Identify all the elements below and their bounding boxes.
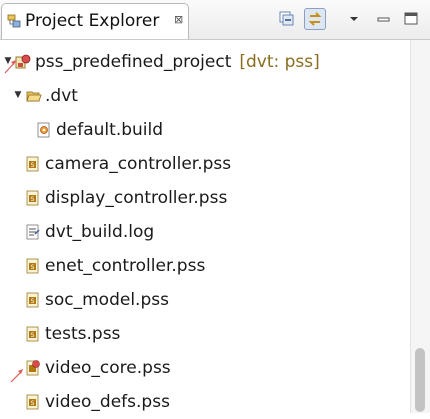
tree-item-tests[interactable]: S tests.pss bbox=[0, 317, 410, 351]
svg-text:S: S bbox=[31, 400, 35, 407]
project-name: pss_predefined_project bbox=[35, 52, 232, 72]
expand-arrow-icon[interactable]: ▼ bbox=[13, 90, 23, 100]
project-explorer-icon bbox=[7, 14, 21, 28]
tree-item-video-defs[interactable]: S video_defs.pss bbox=[0, 385, 410, 419]
close-view-icon[interactable]: ⊠ bbox=[174, 14, 183, 25]
tree-item-soc-model[interactable]: S soc_model.pss bbox=[0, 283, 410, 317]
annotation-arrow-video-core bbox=[10, 369, 23, 383]
view-menu-icon bbox=[350, 17, 358, 21]
svg-text:S: S bbox=[31, 196, 35, 203]
pss-file-icon: S bbox=[26, 326, 39, 342]
tree-item-label: display_controller.pss bbox=[45, 188, 228, 208]
tree-item-label: video_core.pss bbox=[45, 358, 171, 378]
view-menu-button[interactable] bbox=[343, 8, 365, 30]
tree-item-label: default.build bbox=[56, 120, 164, 140]
tree-item-project[interactable]: ▼ pss_predefined_project [dvt: pss] bbox=[0, 45, 410, 79]
tree-item-label: tests.pss bbox=[45, 324, 121, 344]
pss-file-icon: S bbox=[26, 258, 39, 274]
svg-text:S: S bbox=[31, 298, 35, 305]
tree-item-label: soc_model.pss bbox=[45, 290, 169, 310]
svg-text:S: S bbox=[31, 264, 35, 271]
minimize-button[interactable] bbox=[372, 8, 394, 30]
scrollbar-thumb[interactable] bbox=[415, 348, 425, 412]
svg-text:S: S bbox=[31, 332, 35, 339]
maximize-icon bbox=[404, 12, 418, 25]
tree-item-display-controller[interactable]: S display_controller.pss bbox=[0, 181, 410, 215]
folder-open-icon bbox=[26, 91, 42, 102]
collapse-all-icon bbox=[279, 11, 294, 26]
pss-file-icon: S bbox=[26, 156, 39, 172]
tree-item-label: video_defs.pss bbox=[45, 392, 170, 412]
minimize-icon bbox=[377, 17, 390, 22]
tree-item-label: .dvt bbox=[45, 86, 78, 106]
tree-item-label: enet_controller.pss bbox=[45, 256, 206, 276]
tree-item-dvt-build-log[interactable]: dvt_build.log bbox=[0, 215, 410, 249]
pss-file-icon: S bbox=[26, 292, 39, 308]
tree-item-label: camera_controller.pss bbox=[45, 154, 232, 174]
tree-item-camera-controller[interactable]: S camera_controller.pss bbox=[0, 147, 410, 181]
maximize-button[interactable] bbox=[400, 8, 422, 30]
project-tree[interactable]: ▼ pss_predefined_project [dvt: pss] ▼ .dv… bbox=[0, 40, 410, 413]
svg-text:S: S bbox=[31, 162, 35, 169]
pss-file-icon: S bbox=[26, 394, 39, 410]
view-title-bar: Project Explorer ⊠ bbox=[0, 0, 430, 40]
project-explorer-tab[interactable]: Project Explorer ⊠ bbox=[1, 3, 189, 39]
tree-item-dvt-folder[interactable]: ▼ .dvt bbox=[0, 79, 410, 113]
tree-item-enet-controller[interactable]: S enet_controller.pss bbox=[0, 249, 410, 283]
project-decoration: [dvt: pss] bbox=[239, 52, 320, 72]
link-with-editor-icon bbox=[308, 12, 322, 26]
log-file-icon bbox=[26, 224, 40, 240]
tree-item-label: dvt_build.log bbox=[45, 222, 155, 242]
collapse-all-button[interactable] bbox=[276, 8, 298, 30]
annotation-arrow-project bbox=[4, 60, 16, 74]
tree-item-video-core[interactable]: video_core.pss bbox=[0, 351, 410, 385]
pss-file-error-icon bbox=[26, 360, 40, 376]
view-title: Project Explorer bbox=[25, 11, 160, 31]
build-file-icon bbox=[37, 122, 50, 138]
tree-item-default-build[interactable]: default.build bbox=[0, 113, 410, 147]
link-with-editor-button[interactable] bbox=[304, 8, 326, 30]
pss-file-icon: S bbox=[26, 190, 39, 206]
vertical-scrollbar[interactable] bbox=[410, 40, 430, 413]
